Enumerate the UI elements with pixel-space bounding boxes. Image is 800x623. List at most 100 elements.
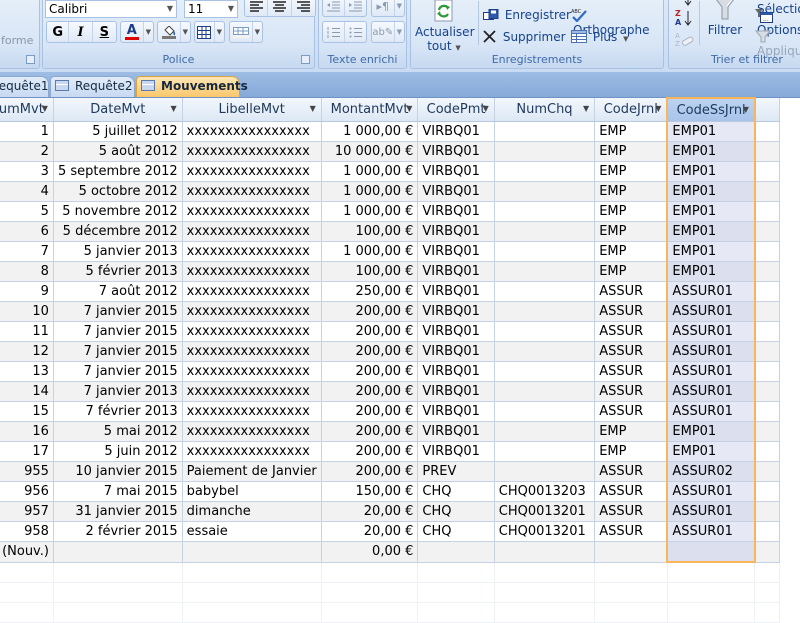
cell-codessjrnl[interactable]: EMP01 (666, 161, 756, 182)
cell-codepmt[interactable]: VIRBQ01 (417, 141, 495, 162)
cell-codepmt[interactable]: VIRBQ01 (417, 321, 495, 342)
cell-nummvt[interactable]: 17 (0, 441, 54, 462)
cell-numchq[interactable] (494, 121, 596, 142)
increase-indent-button[interactable] (345, 0, 366, 16)
column-dropdown-icon[interactable]: ▼ (743, 105, 749, 114)
font-color-button[interactable]: A ▼ (120, 21, 154, 43)
cell-datemvt[interactable]: 7 janvier 2015 (53, 341, 183, 362)
column-dropdown-icon[interactable]: ▼ (171, 104, 177, 113)
cell-numchq[interactable]: CHQ0013203 (494, 481, 596, 502)
cell-nummvt[interactable]: 11 (0, 321, 54, 342)
cell-codejrnl[interactable]: ASSUR (594, 401, 668, 422)
align-left-button[interactable] (245, 0, 269, 16)
cell-numchq[interactable] (494, 201, 596, 222)
cell-datemvt[interactable]: 7 janvier 2013 (53, 381, 183, 402)
cell-numchq[interactable] (494, 321, 596, 342)
cell-nummvt[interactable]: 7 (0, 241, 54, 262)
cell-codessjrnl[interactable]: ASSUR01 (666, 401, 756, 422)
cell-montantmvt[interactable]: 250,00 € (321, 281, 419, 302)
table-row[interactable]: 12 7 janvier 2015 xxxxxxxxxxxxxxxx 200,00 €… (0, 341, 780, 362)
cell-montantmvt[interactable]: 150,00 € (321, 481, 419, 502)
cell-nummvt[interactable]: 13 (0, 361, 54, 382)
cell-libellemvt[interactable]: xxxxxxxxxxxxxxxx (182, 301, 322, 322)
cell-libellemvt[interactable]: xxxxxxxxxxxxxxxx (182, 321, 322, 342)
cell-codessjrnl[interactable]: EMP01 (666, 241, 756, 262)
cell-montantmvt[interactable]: 10 000,00 € (321, 141, 419, 162)
cell-nummvt[interactable]: 1 (0, 121, 54, 142)
cell-nummvt[interactable]: 957 (0, 501, 54, 522)
cell-montantmvt[interactable]: 200,00 € (321, 461, 419, 482)
cell-libellemvt[interactable]: xxxxxxxxxxxxxxxx (182, 441, 322, 462)
cell-montantmvt[interactable]: 20,00 € (321, 501, 419, 522)
cell-numchq[interactable] (494, 361, 596, 382)
cell-datemvt[interactable]: 5 mai 2012 (53, 421, 183, 442)
more-button[interactable]: Plus ▼ (571, 30, 628, 48)
cell-datemvt[interactable]: 7 février 2013 (53, 401, 183, 422)
cell-codejrnl[interactable]: EMP (594, 181, 668, 202)
refresh-all-button[interactable]: Actualiser tout ▼ (415, 0, 475, 53)
cell-codessjrnl[interactable]: EMP01 (666, 261, 756, 282)
table-row[interactable]: 17 5 juin 2012 xxxxxxxxxxxxxxxx 200,00 € VIR… (0, 441, 780, 462)
align-right-button[interactable] (292, 0, 315, 16)
cell-codepmt[interactable]: VIRBQ01 (417, 161, 495, 182)
cell-montantmvt[interactable]: 200,00 € (321, 301, 419, 322)
cell-montantmvt[interactable]: 200,00 € (321, 321, 419, 342)
column-dropdown-icon[interactable]: ▼ (655, 104, 661, 113)
table-row[interactable]: 75 janvier 2013 xxxxxxxxxxxxxxxx 1 000,00 … (0, 241, 780, 262)
cell-codejrnl[interactable]: EMP (594, 241, 668, 262)
cell-codepmt[interactable]: VIRBQ01 (417, 381, 495, 402)
cell-libellemvt[interactable]: xxxxxxxxxxxxxxxx (182, 401, 322, 422)
cell-codessjrnl[interactable]: EMP01 (666, 441, 756, 462)
table-row[interactable]: 11 7 janvier 2015 xxxxxxxxxxxxxxxx 200,00 €… (0, 321, 780, 342)
cell-codessjrnl[interactable]: ASSUR02 (666, 461, 756, 482)
decrease-indent-button[interactable] (323, 0, 345, 16)
table-row[interactable]: 25 août 2012 xxxxxxxxxxxxxxxx 10 000,00 € V… (0, 141, 780, 162)
cell-numchq[interactable] (494, 441, 596, 462)
cell-codejrnl[interactable] (594, 541, 668, 563)
table-row[interactable]: 955 10 janvier 2015 Paiement de Janvier 200… (0, 461, 780, 482)
table-row[interactable]: 15 7 février 2013 xxxxxxxxxxxxxxxx 200,00 €… (0, 401, 780, 422)
cell-datemvt[interactable]: 7 août 2012 (53, 281, 183, 302)
cell-nummvt[interactable]: 6 (0, 221, 54, 242)
cell-codessjrnl[interactable]: EMP01 (666, 121, 756, 142)
clear-sort-button[interactable]: AZ (675, 31, 697, 49)
font-size-select[interactable]: 11 ▼ (184, 0, 238, 18)
table-row[interactable]: 55 novembre 2012 xxxxxxxxxxxxxxxx 1 000,00… (0, 201, 780, 222)
cell-datemvt[interactable]: 5 décembre 2012 (53, 221, 183, 242)
cell-montantmvt[interactable]: 200,00 € (321, 381, 419, 402)
cell-codejrnl[interactable]: ASSUR (594, 341, 668, 362)
cell-numchq[interactable]: CHQ0013201 (494, 501, 596, 522)
cell-numchq[interactable] (494, 181, 596, 202)
cell-codessjrnl[interactable]: ASSUR01 (666, 481, 756, 502)
cell-nummvt[interactable]: 8 (0, 261, 54, 282)
cell-datemvt[interactable]: 7 mai 2015 (53, 481, 183, 502)
cell-libellemvt[interactable]: xxxxxxxxxxxxxxxx (182, 161, 322, 182)
cell-libellemvt[interactable]: xxxxxxxxxxxxxxxx (182, 381, 322, 402)
cell-codessjrnl[interactable]: ASSUR01 (666, 301, 756, 322)
tab-requete2[interactable]: Requête2 (50, 76, 135, 97)
cell-codepmt[interactable]: PREV (417, 461, 495, 482)
cell-montantmvt[interactable]: 100,00 € (321, 261, 419, 282)
cell-datemvt[interactable]: 5 janvier 2013 (53, 241, 183, 262)
totals-button[interactable]: Σ Totaux (571, 0, 626, 6)
cell-datemvt[interactable]: 5 novembre 2012 (53, 201, 183, 222)
cell-codepmt[interactable]: VIRBQ01 (417, 441, 495, 462)
cell-codessjrnl[interactable]: ASSUR01 (666, 501, 756, 522)
column-header-datemvt[interactable]: DateMvt ▼ (53, 98, 183, 122)
cell-codejrnl[interactable]: ASSUR (594, 481, 668, 502)
cell-datemvt[interactable]: 5 octobre 2012 (53, 181, 183, 202)
sort-descending-button[interactable]: Z (675, 0, 697, 7)
cell-codepmt[interactable]: VIRBQ01 (417, 281, 495, 302)
cell-codepmt[interactable]: CHQ (417, 501, 495, 522)
cell-libellemvt[interactable]: Paiement de Janvier (182, 461, 322, 482)
table-row[interactable]: 10 7 janvier 2015 xxxxxxxxxxxxxxxx 200,00 €… (0, 301, 780, 322)
cell-codejrnl[interactable]: ASSUR (594, 361, 668, 382)
cell-codejrnl[interactable]: ASSUR (594, 281, 668, 302)
cell-codessjrnl[interactable]: EMP01 (666, 221, 756, 242)
selection-button[interactable]: ⚡ Sélection (755, 0, 800, 16)
column-header-montantmvt[interactable]: MontantMvt ▼ (321, 98, 419, 122)
cell-nummvt[interactable]: 4 (0, 181, 54, 202)
cell-libellemvt[interactable]: essaie (182, 521, 322, 542)
cell-codejrnl[interactable]: EMP (594, 421, 668, 442)
new-record-row[interactable]: (Nouv.) 0,00 € (0, 541, 780, 563)
